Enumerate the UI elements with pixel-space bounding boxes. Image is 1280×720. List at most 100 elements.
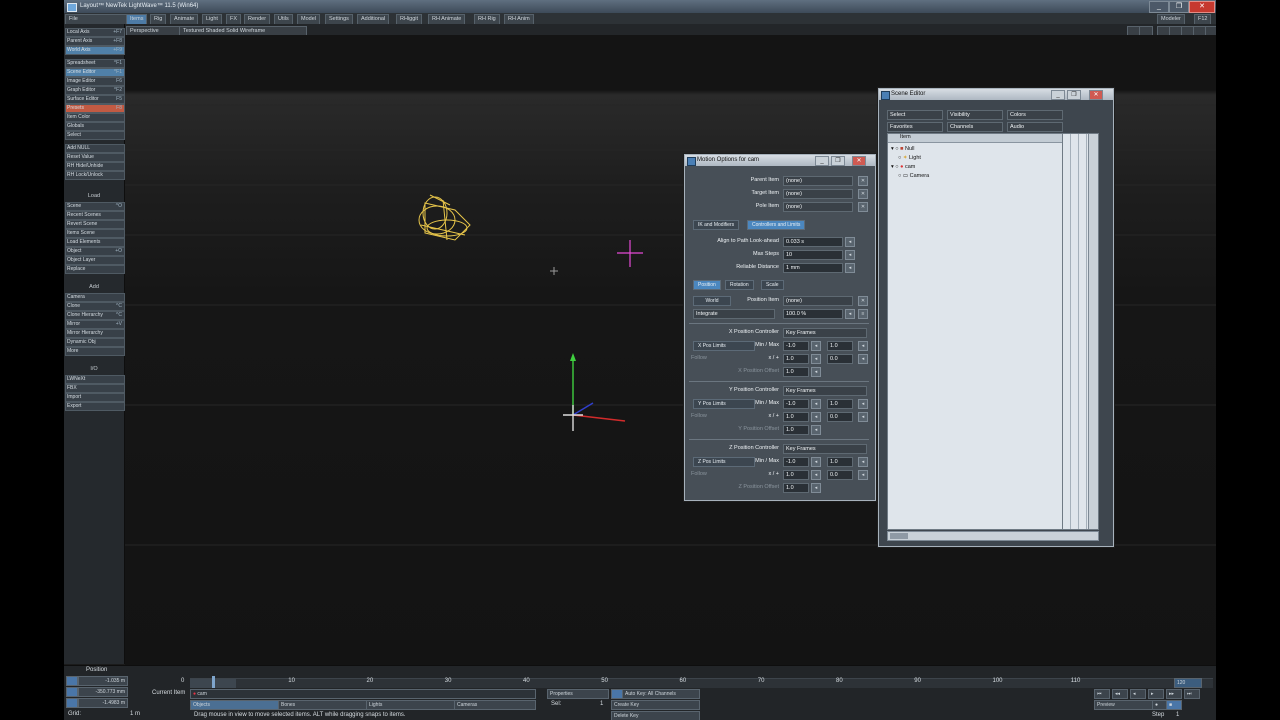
z-max-stepper[interactable]: ◂ [858,457,868,467]
se-item-list[interactable]: Item ▾ ○ ■ Null ○ ✶ Light ▾ ○ ● cam ○ ▭ … [887,133,1099,530]
x-scale-stepper[interactable]: ◂ [811,367,821,377]
x-controller-dropdown[interactable]: Key Frames [783,328,867,338]
se-row-camera[interactable]: ○ ▭ Camera [898,173,929,179]
x-factor-stepper[interactable]: ◂ [811,354,821,364]
timeline-end-frame[interactable]: 120 [1174,678,1202,688]
se-scrollbar[interactable] [1088,134,1098,529]
percent-graph-button[interactable]: ≡ [858,309,868,319]
subtab-scale[interactable]: Scale [761,280,784,290]
tb-mirror-hierarchy[interactable]: Mirror Hierarchy [65,329,125,338]
tab-ik-modifiers[interactable]: IK and Modifiers [693,220,740,230]
lights-mode-button[interactable]: Lights [366,700,458,710]
pole-item-clear-button[interactable]: ✕ [858,202,868,212]
tb-object-layer[interactable]: Object Layer [65,256,125,265]
y-position-field[interactable]: -350.773 mm [78,687,128,697]
x-max-input[interactable]: 1.0 [827,341,853,351]
y-factor-stepper[interactable]: ◂ [811,412,821,422]
tb-rh-hide[interactable]: RH Hide/Unhide [65,162,125,171]
first-frame-icon[interactable]: ⏮ [1094,689,1110,699]
se-row-cam[interactable]: ▾ ○ ● cam [891,164,915,170]
z-min-input[interactable]: -1.0 [783,457,809,467]
align-path-envelope-button[interactable]: ◂ [845,237,855,247]
subtab-position[interactable]: Position [693,280,721,290]
tb-globals[interactable]: Globals [65,122,125,131]
se-colors-dropdown[interactable]: Colors [1007,110,1063,120]
tb-spreadsheet[interactable]: Spreadsheet ^F1 [65,59,125,68]
y-factor-input[interactable]: 1.0 [783,412,809,422]
se-audio-dropdown[interactable]: Audio [1007,122,1063,132]
se-visibility-dropdown[interactable]: Visibility [947,110,1003,120]
motion-options-titlebar[interactable]: Motion Options for cam _ ❐ ✕ [685,155,875,166]
se-horizontal-scrollbar[interactable] [887,531,1099,541]
tb-parent-axis[interactable]: Parent Axis +F8 [65,37,125,46]
y-scale-input[interactable]: 1.0 [783,425,809,435]
se-scroll-thumb[interactable] [890,533,908,539]
z-scale-stepper[interactable]: ◂ [811,483,821,493]
panel-minimize-button[interactable]: _ [815,156,829,166]
reliable-distance-input[interactable]: 1 mm [783,263,843,273]
tb-more[interactable]: More [65,347,125,356]
tb-load-elements[interactable]: Load Elements [65,238,125,247]
properties-button[interactable]: Properties [547,689,609,699]
tb-presets[interactable]: Presets F8 [65,104,125,113]
pole-item-dropdown[interactable]: (none) [783,202,853,212]
y-pos-limits-toggle[interactable]: Y Pos Limits [693,399,755,409]
x-axis-button[interactable] [66,676,78,686]
tb-items-scene[interactable]: Items Scene [65,229,125,238]
reliable-distance-stepper[interactable]: ◂ [845,263,855,273]
x-min-stepper[interactable]: ◂ [811,341,821,351]
preview-dropdown[interactable]: Preview [1094,700,1154,710]
y-max-stepper[interactable]: ◂ [858,399,868,409]
delete-key-button[interactable]: Delete Key [611,711,700,720]
y-offset-input[interactable]: 0.0 [827,412,853,422]
x-min-input[interactable]: -1.0 [783,341,809,351]
tb-clone-hierarchy[interactable]: Clone Hierarchy ^C [65,311,125,320]
parent-item-dropdown[interactable]: (none) [783,176,853,186]
camera-object-wireframe[interactable] [418,194,471,241]
objects-mode-button[interactable]: Objects [190,700,282,710]
y-axis-button[interactable] [66,687,78,697]
tb-local-axis[interactable]: Local Axis +F7 [65,28,125,37]
position-item-dropdown[interactable]: (none) [783,296,853,306]
z-scale-input[interactable]: 1.0 [783,483,809,493]
x-offset-input[interactable]: 0.0 [827,354,853,364]
close-button[interactable]: ✕ [1189,1,1215,13]
tb-revert-scene[interactable]: Revert Scene [65,220,125,229]
align-path-input[interactable]: 0.033 s [783,237,843,247]
target-item-dropdown[interactable]: (none) [783,189,853,199]
tb-reset-value[interactable]: Reset Value [65,153,125,162]
tb-item-color[interactable]: Item Color [65,113,125,122]
se-maximize-button[interactable]: ❐ [1067,90,1081,100]
y-offset-stepper[interactable]: ◂ [858,412,868,422]
z-offset-stepper[interactable]: ◂ [858,470,868,480]
z-factor-stepper[interactable]: ◂ [811,470,821,480]
tab-controllers-limits[interactable]: Controllers and Limits [747,220,806,230]
z-factor-input[interactable]: 1.0 [783,470,809,480]
tb-graph-editor[interactable]: Graph Editor ^F2 [65,86,125,95]
subtab-rotation[interactable]: Rotation [725,280,754,290]
tb-image-editor[interactable]: Image Editor F6 [65,77,125,86]
timeline-scrubber[interactable] [212,676,215,688]
world-toggle[interactable]: World [693,296,731,306]
tb-import[interactable]: Import [65,393,125,402]
prev-key-icon[interactable]: ◂◂ [1112,689,1128,699]
play-icon[interactable]: ▸ [1148,689,1164,699]
scene-editor-titlebar[interactable]: Scene Editor _ ❐ ✕ [879,89,1113,100]
tb-surface-editor[interactable]: Surface Editor F5 [65,95,125,104]
tb-recent-scenes[interactable]: Recent Scenes [65,211,125,220]
tb-camera[interactable]: Camera [65,293,125,302]
z-max-input[interactable]: 1.0 [827,457,853,467]
current-item-dropdown[interactable]: ● cam [190,689,536,699]
tb-select[interactable]: Select [65,131,125,140]
bones-mode-button[interactable]: Bones [278,700,370,710]
z-pos-limits-toggle[interactable]: Z Pos Limits [693,457,755,467]
se-channels-dropdown[interactable]: Channels [947,122,1003,132]
x-scale-input[interactable]: 1.0 [783,367,809,377]
tb-load-scene[interactable]: Scene ^O [65,202,125,211]
x-max-stepper[interactable]: ◂ [858,341,868,351]
create-key-button[interactable]: Create Key [611,700,700,710]
tb-scene-editor[interactable]: Scene Editor ^F1 [65,68,125,77]
se-minimize-button[interactable]: _ [1051,90,1065,100]
tb-load-object[interactable]: Object +O [65,247,125,256]
z-axis-button[interactable] [66,698,78,708]
